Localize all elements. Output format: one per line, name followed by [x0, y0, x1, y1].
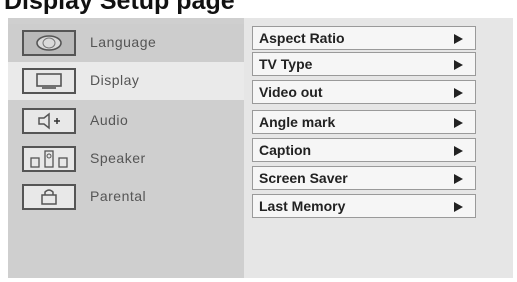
arrow-right-icon — [454, 174, 463, 184]
setup-category-list: Language Display Audio Speaker Parental — [8, 18, 244, 278]
option-tv-type[interactable]: TV Type — [252, 52, 476, 76]
nav-item-display[interactable]: Display — [8, 62, 244, 100]
option-label: Caption — [259, 142, 312, 158]
option-screen-saver[interactable]: Screen Saver — [252, 166, 476, 190]
arrow-right-icon — [454, 34, 463, 44]
option-angle-mark[interactable]: Angle mark — [252, 110, 476, 134]
option-label: Screen Saver — [259, 170, 348, 186]
option-label: Aspect Ratio — [259, 30, 345, 46]
option-last-memory[interactable]: Last Memory — [252, 194, 476, 218]
arrow-right-icon — [454, 118, 463, 128]
option-aspect-ratio[interactable]: Aspect Ratio — [252, 26, 476, 50]
option-caption[interactable]: Caption — [252, 138, 476, 162]
option-label: Video out — [259, 84, 323, 100]
nav-item-audio[interactable]: Audio — [8, 102, 244, 140]
arrow-right-icon — [454, 146, 463, 156]
nav-item-label: Language — [90, 34, 157, 50]
arrow-right-icon — [454, 202, 463, 212]
nav-item-label: Audio — [90, 112, 129, 128]
arrow-right-icon — [454, 88, 463, 98]
lock-icon — [22, 184, 76, 210]
speaker-sound-icon — [22, 108, 76, 134]
speaker-array-icon — [22, 146, 76, 172]
option-video-out[interactable]: Video out — [252, 80, 476, 104]
display-options-list: Aspect Ratio TV Type Video out Angle mar… — [244, 18, 513, 278]
nav-item-speaker[interactable]: Speaker — [8, 140, 244, 178]
arrow-right-icon — [454, 60, 463, 70]
option-label: TV Type — [259, 56, 313, 72]
nav-item-label: Display — [90, 72, 140, 88]
option-label: Last Memory — [259, 198, 346, 214]
nav-item-language[interactable]: Language — [8, 24, 244, 62]
option-label: Angle mark — [259, 114, 336, 130]
nav-item-label: Speaker — [90, 150, 146, 166]
osd-menu: Language Display Audio Speaker Parental … — [8, 18, 513, 278]
nav-item-parental[interactable]: Parental — [8, 178, 244, 216]
nav-item-label: Parental — [90, 188, 147, 204]
monitor-icon — [22, 68, 76, 94]
page-title: Display Setup page — [4, 0, 235, 15]
globe-icon — [22, 30, 76, 56]
